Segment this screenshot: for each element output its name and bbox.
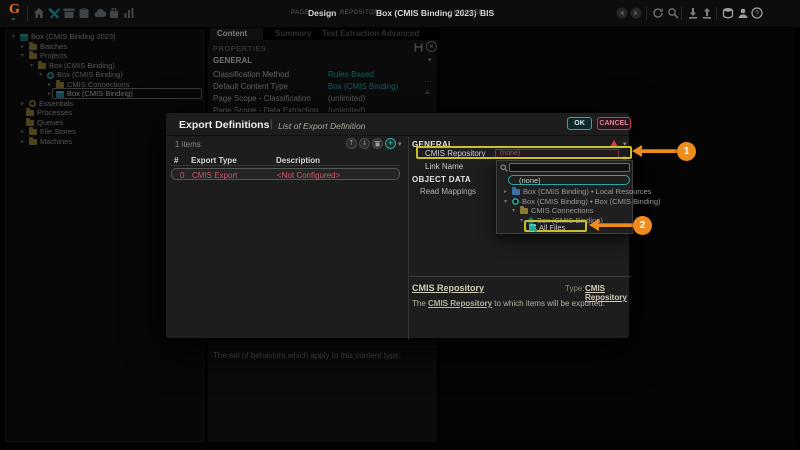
upload-icon[interactable]	[701, 7, 713, 19]
database-icon[interactable]	[722, 7, 734, 19]
title-divider: |	[270, 119, 273, 130]
nav-back-icon[interactable]	[616, 7, 628, 19]
nav-forward-icon[interactable]	[630, 7, 642, 19]
column-header-description: Description	[276, 156, 320, 165]
search-input[interactable]	[509, 163, 630, 172]
table-row[interactable]: 0 CMIS Export <Not Configured>	[171, 168, 400, 180]
divider	[27, 6, 28, 21]
separator-dot: ·	[441, 8, 444, 17]
page-label: PAGE	[291, 10, 309, 16]
type-label: Type:	[565, 284, 585, 293]
callout-badge-1: 1	[677, 142, 696, 161]
dialog-subtitle: List of Export Definition	[278, 121, 365, 131]
logo-chevron-icon: ⌄	[10, 13, 17, 22]
callout-highlight-box-1	[416, 146, 632, 159]
cmis-repository-link[interactable]: CMIS Repository	[428, 299, 492, 308]
folder-icon	[520, 208, 528, 214]
folder-icon	[512, 189, 520, 195]
search-icon[interactable]	[667, 7, 679, 19]
bag-icon[interactable]	[108, 7, 120, 19]
expand-icon[interactable]	[510, 206, 517, 216]
refresh-icon[interactable]	[652, 7, 664, 19]
add-button[interactable]	[385, 138, 396, 149]
licensee-label: LICENSEE	[450, 10, 483, 16]
all-files-icon	[529, 224, 536, 231]
divider	[166, 135, 629, 136]
divider	[646, 7, 647, 20]
delete-button[interactable]	[372, 138, 383, 149]
download-icon[interactable]	[687, 7, 699, 19]
divider	[171, 165, 400, 166]
cloud-icon[interactable]	[94, 7, 106, 19]
user-icon[interactable]	[737, 7, 749, 19]
divider	[681, 7, 682, 20]
separator-dot: ·	[330, 8, 333, 17]
licensee-value[interactable]: BIS	[480, 8, 494, 18]
divider	[409, 276, 631, 277]
ok-button[interactable]: OK	[567, 117, 592, 130]
object-data-section-label: OBJECT DATA	[412, 175, 471, 184]
link-name-label: Link Name	[425, 162, 463, 171]
move-down-button[interactable]	[359, 138, 370, 149]
app-window: G ⌄ PAGE Design · REPOSITORY Box (CMIS B…	[0, 0, 800, 450]
add-dropdown-chevron-icon[interactable]: ▾	[398, 140, 402, 148]
row-description: <Not Configured>	[277, 171, 340, 180]
dialog-title: Export Definitions	[179, 119, 269, 131]
stats-chart-icon[interactable]	[123, 7, 135, 19]
home-icon[interactable]	[33, 7, 45, 19]
column-header-num: #	[174, 156, 178, 165]
job-box-icon[interactable]	[78, 7, 90, 19]
cancel-button[interactable]: CANCEL	[597, 117, 631, 130]
callout-arrow-shaft-2	[598, 223, 635, 227]
callout-badge-2: 2	[633, 216, 652, 235]
export-definitions-dialog: Export Definitions | List of Export Defi…	[165, 112, 630, 339]
divider	[716, 7, 717, 20]
divider	[408, 137, 409, 339]
items-count: 1 items	[175, 140, 201, 149]
row-num: 0	[180, 171, 184, 180]
read-mappings-label: Read Mappings	[420, 187, 476, 196]
picker-item-local-resources[interactable]: Box (CMIS Binding) • Local Resources	[502, 187, 652, 197]
top-toolbar: G ⌄ PAGE Design · REPOSITORY Box (CMIS B…	[0, 0, 800, 27]
expand-icon[interactable]	[502, 197, 509, 207]
description-title: CMIS Repository	[412, 283, 484, 293]
svg-text:?: ?	[755, 10, 759, 17]
batch-archive-icon[interactable]	[63, 7, 75, 19]
picker-item-cmis-connections[interactable]: CMIS Connections	[510, 206, 594, 216]
picker-item-box-project[interactable]: Box (CMIS Binding) • Box (CMIS Binding)	[502, 197, 661, 207]
description-body: The CMIS Repository to which items will …	[412, 299, 605, 308]
callout-arrow-shaft-1	[641, 149, 679, 153]
column-header-export-type: Export Type	[191, 156, 237, 165]
move-up-button[interactable]	[346, 138, 357, 149]
picker-item-all-files[interactable]: All Files	[529, 223, 565, 233]
option-none[interactable]: (none)	[508, 175, 630, 185]
help-icon[interactable]: ?	[751, 7, 763, 19]
row-export-type: CMIS Export	[192, 171, 237, 180]
tools-icon[interactable]	[48, 7, 60, 19]
project-icon	[512, 198, 519, 205]
search-icon	[500, 164, 508, 172]
expand-icon[interactable]	[502, 187, 509, 197]
